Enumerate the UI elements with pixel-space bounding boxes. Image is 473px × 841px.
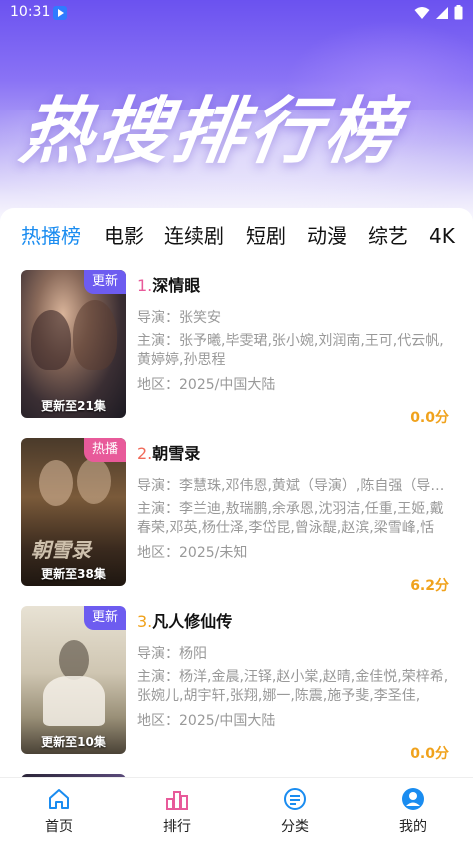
region-text: 地区：2025/未知 — [137, 545, 248, 561]
notification-app-icon — [53, 6, 67, 20]
poster-image[interactable]: 朝雪录 热播 更新至38集 — [21, 438, 126, 586]
bottom-tab-bar: 首页 排行 分类 我的 — [0, 777, 473, 841]
badge-hot: 热播 — [84, 438, 126, 462]
item-title[interactable]: 3.凡人修仙传 — [137, 608, 232, 632]
title-text: 深情眼 — [152, 276, 201, 295]
score-text: 0.0分 — [410, 410, 449, 426]
tab-profile[interactable]: 我的 — [354, 778, 472, 841]
director-text: 导演：杨阳 — [137, 646, 207, 662]
status-bar: 10:31 — [0, 0, 473, 26]
category-icon — [284, 788, 306, 810]
tab-series[interactable]: 连续剧 — [164, 222, 224, 250]
item-title[interactable]: 2.朝雪录 — [137, 440, 200, 464]
tab-4k[interactable]: 4K — [429, 222, 455, 250]
region-text: 地区：2025/中国大陆 — [137, 713, 276, 729]
episode-label: 更新至21集 — [41, 399, 106, 413]
tab-label: 排行 — [163, 819, 191, 835]
rank-number: 2. — [137, 444, 153, 463]
poster-calligraphy: 朝雪录 — [31, 538, 91, 562]
director-text: 导演：李慧珠,邓伟恩,黄斌（导演）,陈自强（导… — [137, 478, 445, 494]
ranking-icon — [166, 791, 188, 810]
tab-anime[interactable]: 动漫 — [307, 222, 347, 250]
region-text: 地区：2025/中国大陆 — [137, 377, 276, 393]
tab-hot[interactable]: 热播榜 — [21, 222, 81, 250]
ranking-panel: 热播榜 电影 连续剧 短剧 动漫 综艺 4K 更新 更新至21集 1.深情眼 导… — [0, 208, 473, 778]
badge-update: 更新 — [84, 270, 126, 294]
tab-variety[interactable]: 综艺 — [368, 222, 408, 250]
status-time: 10:31 — [10, 4, 51, 20]
rank-number: 3. — [137, 612, 153, 631]
tab-label: 我的 — [399, 819, 427, 835]
tab-movie[interactable]: 电影 — [104, 222, 144, 250]
category-tabs: 热播榜 电影 连续剧 短剧 动漫 综艺 4K — [0, 222, 473, 252]
tab-label: 分类 — [281, 819, 309, 835]
poster-image[interactable]: 更新 更新至10集 — [21, 606, 126, 754]
cast-text: 主演：李兰迪,敖瑞鹏,余承恩,沈羽洁,任重,王姬,戴春荣,邓英,杨仕泽,李岱昆,… — [137, 501, 444, 536]
episode-label: 更新至38集 — [41, 567, 106, 581]
cast-text: 主演：杨洋,金晨,汪铎,赵小棠,赵晴,金佳悦,荣梓希,张婉儿,胡宇轩,张翔,娜一… — [137, 669, 449, 704]
badge-update: 更新 — [84, 606, 126, 630]
rank-number: 1. — [137, 276, 153, 295]
tab-home[interactable]: 首页 — [0, 778, 118, 841]
poster-image[interactable]: 更新 更新至21集 — [21, 270, 126, 418]
tab-short-drama[interactable]: 短剧 — [246, 222, 286, 250]
page-title: 热搜排行榜 — [15, 89, 408, 173]
title-text: 朝雪录 — [152, 444, 201, 463]
wifi-icon — [414, 6, 430, 19]
episode-label: 更新至10集 — [41, 735, 106, 749]
title-text: 凡人修仙传 — [152, 612, 233, 631]
battery-icon — [454, 5, 463, 20]
status-icons — [414, 5, 463, 20]
tab-category[interactable]: 分类 — [236, 778, 354, 841]
signal-icon — [436, 6, 448, 19]
list-item[interactable]: 更新 更新至21集 1.深情眼 导演：张笑安 主演：张予曦,毕雯珺,张小婉,刘润… — [0, 270, 473, 426]
score-text: 0.0分 — [410, 746, 449, 762]
cast-text: 主演：张予曦,毕雯珺,张小婉,刘润南,王可,代云帆,黄婷婷,孙思程 — [137, 333, 444, 368]
list-item[interactable]: 更新 更新至10集 3.凡人修仙传 导演：杨阳 主演：杨洋,金晨,汪铎,赵小棠,… — [0, 606, 473, 762]
profile-icon — [402, 788, 424, 810]
score-text: 6.2分 — [410, 578, 449, 594]
home-icon — [49, 789, 69, 809]
list-item[interactable]: 朝雪录 热播 更新至38集 2.朝雪录 导演：李慧珠,邓伟恩,黄斌（导演）,陈自… — [0, 438, 473, 594]
tab-label: 首页 — [45, 819, 73, 835]
item-title[interactable]: 1.深情眼 — [137, 272, 200, 296]
tab-ranking[interactable]: 排行 — [118, 778, 236, 841]
director-text: 导演：张笑安 — [137, 310, 221, 326]
